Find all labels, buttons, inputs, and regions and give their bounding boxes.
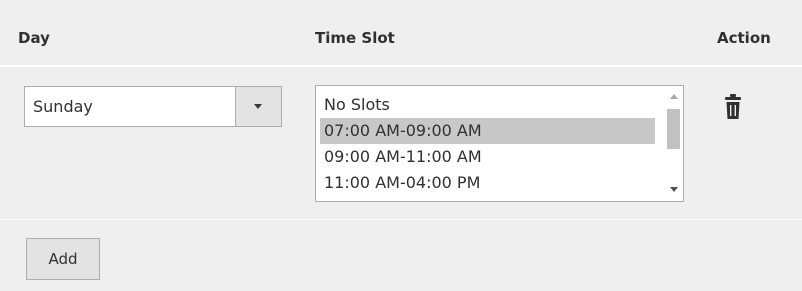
scrollbar-thumb[interactable] bbox=[667, 109, 680, 149]
day-select-toggle[interactable] bbox=[235, 87, 281, 126]
scroll-down-arrow-icon[interactable] bbox=[670, 187, 678, 192]
delete-row-button[interactable] bbox=[722, 94, 744, 120]
column-header-day: Day bbox=[18, 29, 50, 47]
chevron-down-icon bbox=[254, 104, 262, 109]
schedule-grid: Day Time Slot Action Sunday No Slots 07:… bbox=[0, 0, 802, 291]
time-slot-option[interactable]: 11:00 AM-04:00 PM bbox=[320, 170, 655, 196]
time-slot-option[interactable]: No Slots bbox=[320, 92, 655, 118]
table-row: Sunday No Slots 07:00 AM-09:00 AM 09:00 … bbox=[0, 67, 802, 219]
trash-icon bbox=[725, 94, 741, 119]
scroll-up-arrow-icon[interactable] bbox=[670, 94, 678, 99]
table-header-row: Day Time Slot Action bbox=[0, 0, 802, 66]
day-select-value: Sunday bbox=[33, 97, 93, 116]
time-slot-listbox[interactable]: No Slots 07:00 AM-09:00 AM 09:00 AM-11:0… bbox=[315, 85, 684, 202]
listbox-scrollbar[interactable] bbox=[665, 87, 682, 200]
table-footer: Add bbox=[0, 220, 802, 291]
column-header-time-slot: Time Slot bbox=[315, 29, 395, 47]
column-header-action: Action bbox=[717, 29, 771, 47]
add-row-button[interactable]: Add bbox=[26, 238, 100, 280]
day-select[interactable]: Sunday bbox=[24, 86, 282, 127]
time-slot-option[interactable]: 09:00 AM-11:00 AM bbox=[320, 144, 655, 170]
time-slot-option-selected[interactable]: 07:00 AM-09:00 AM bbox=[320, 118, 655, 144]
